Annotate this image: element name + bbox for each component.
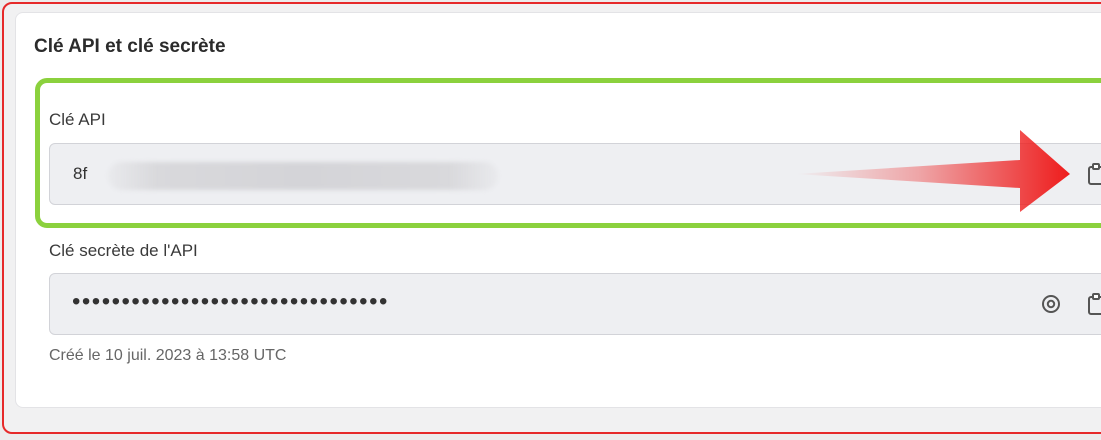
copy-secret-key-button[interactable] xyxy=(1083,291,1101,317)
api-key-label: Clé API xyxy=(49,110,106,129)
reveal-secret-button[interactable] xyxy=(1038,291,1064,317)
created-timestamp: Créé le 10 juil. 2023 à 13:58 UTC xyxy=(49,347,287,364)
eye-icon xyxy=(1042,295,1060,313)
api-key-value: 8f xyxy=(73,164,88,183)
card-title: Clé API et clé secrète xyxy=(34,36,226,57)
api-key-redaction-blur xyxy=(108,162,498,190)
red-arrow-icon xyxy=(795,130,1070,212)
secret-key-field[interactable]: •••••••••••••••••••••••••••••••• xyxy=(49,273,1101,335)
secret-key-label: Clé secrète de l'API xyxy=(49,241,198,260)
clipboard-icon xyxy=(1088,163,1101,185)
clipboard-icon xyxy=(1088,293,1101,315)
secret-key-masked-value: •••••••••••••••••••••••••••••••• xyxy=(72,288,389,315)
copy-api-key-button[interactable] xyxy=(1083,161,1101,187)
